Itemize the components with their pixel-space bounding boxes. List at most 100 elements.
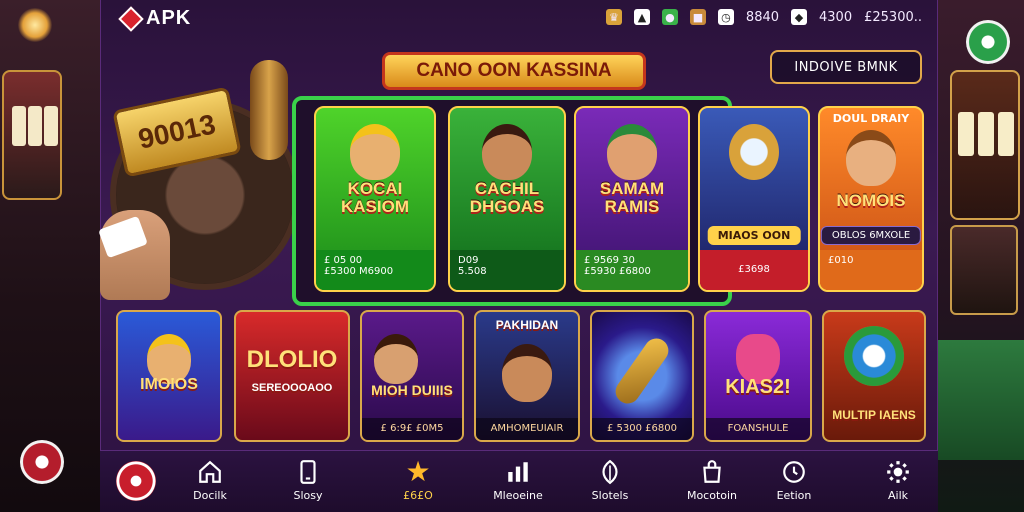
trophy-icon[interactable]: ♛ (605, 9, 622, 25)
magnifier-icon (729, 124, 779, 180)
game-footer: £ 6:9£ £0M5 (362, 418, 462, 440)
gear-icon (887, 461, 909, 483)
featured-card[interactable]: CACHIL DHGOAS D09 5.508 (448, 106, 566, 292)
left-background (0, 0, 105, 512)
nav-label: Ailk (887, 489, 908, 502)
game-line: £ 05 00 (324, 255, 363, 266)
brand-name: APK (146, 7, 192, 29)
brand-logo[interactable]: APK (118, 5, 192, 32)
clock-icon (783, 461, 805, 483)
nav-label: £6£O (403, 489, 433, 502)
game-line: D09 (458, 255, 479, 266)
nav-item-center[interactable]: ★ £6£O (378, 455, 458, 503)
game-line: £5300 M6900 (324, 266, 394, 277)
chip-icon (966, 20, 1010, 64)
character-icon (502, 344, 552, 402)
game-line: £3698 (738, 264, 770, 275)
lever-icon (250, 60, 288, 160)
nav-item-mleoeine[interactable]: Mleoeine (478, 459, 558, 502)
character-icon (374, 334, 418, 384)
game-badge: MIAOS OON (707, 226, 801, 245)
game-title: MULTIP IAENS (832, 408, 916, 422)
game-title: SAMAM RAMIS (599, 179, 665, 216)
gems-value: 4300 (819, 9, 853, 25)
game-tile[interactable]: £ 5300 £6800 (590, 310, 694, 442)
phone-icon (300, 460, 316, 484)
status-bar: ♛ ▲ ● ■ ◷ 8840 ◆ 4300 £25300.. (605, 9, 922, 25)
game-badge: OBLOS 6MXOLE (820, 226, 922, 245)
roulette-wheel-icon (844, 326, 904, 386)
game-tile[interactable]: IMOIOS (116, 310, 222, 442)
game-footer: AMHOMEUIAIR (476, 418, 578, 440)
page-title: CANO OON KASSINA (382, 52, 646, 90)
featured-card[interactable]: DOUL DRAIY NOMOIS OBLOS 6MXOLE £010 (818, 106, 924, 292)
bottom-navigation: Docilk Slosy ★ £6£O Mleoeine Slotels Moc… (100, 450, 938, 512)
featured-card[interactable]: KOCAI KASIOM £ 05 00 £5300 M6900 (314, 106, 436, 292)
game-title: KIAS2! (725, 376, 791, 398)
balance-value: £25300.. (864, 9, 922, 25)
game-line: £ 9569 30 (584, 255, 635, 266)
chip-icon[interactable]: ● (661, 9, 678, 25)
diamond-icon (118, 5, 144, 32)
featured-card[interactable]: MIAOS OON £3698 (698, 106, 810, 292)
game-header: PAKHIDAN (495, 318, 559, 332)
slot-machine-image (2, 70, 62, 200)
casino-scene: APK ♛ ▲ ● ■ ◷ 8840 ◆ 4300 £25300.. 90013… (0, 0, 1024, 512)
slot-machine-image (950, 70, 1020, 220)
home-icon (199, 460, 221, 483)
game-title: NOMOIS (836, 191, 906, 210)
game-footer: FOANSHULE (706, 418, 810, 440)
slot-machine-image (950, 225, 1018, 315)
character-icon (846, 130, 896, 186)
bar-chart-icon (508, 462, 528, 482)
top-bar: APK ♛ ▲ ● ■ ◷ 8840 ◆ 4300 £25300.. (100, 0, 938, 38)
game-tile[interactable]: MIOH DUIIIS £ 6:9£ £0M5 (360, 310, 464, 442)
bag-icon[interactable]: ▲ (633, 9, 650, 25)
table-image (934, 340, 1024, 460)
game-title: MIOH DUIIIS (371, 382, 453, 398)
nav-item-slotels[interactable]: Slotels (570, 459, 650, 502)
featured-card[interactable]: SAMAM RAMIS £ 9569 30 £5930 £6800 (574, 106, 690, 292)
game-tile[interactable]: KIAS2! FOANSHULE (704, 310, 812, 442)
nav-label: Mocotoin (686, 489, 738, 502)
nav-item-docilk[interactable]: Docilk (170, 459, 250, 502)
game-subtitle: SEREOOOAOO (251, 382, 333, 394)
nav-label: Slosy (293, 489, 323, 502)
game-title: DLOLIO (246, 346, 338, 373)
game-tile[interactable]: DLOLIO SEREOOOAOO (234, 310, 350, 442)
game-header: DOUL DRAIY (832, 112, 910, 125)
bag-icon (703, 460, 721, 483)
game-tile[interactable]: PAKHIDAN AMHOMEUIAIR (474, 310, 580, 442)
game-line: £5930 £6800 (584, 266, 651, 277)
character-icon (607, 124, 657, 180)
chip-icon[interactable] (116, 461, 156, 501)
nav-item-slosy[interactable]: Slosy (268, 459, 348, 502)
nav-item-ailk[interactable]: Ailk (858, 459, 938, 502)
game-line: 5.508 (458, 266, 487, 277)
nav-label: Eetion (776, 489, 812, 502)
nav-label: Docilk (193, 489, 227, 502)
gem-icon[interactable]: ◆ (791, 9, 808, 25)
nav-label: Mleoeine (493, 489, 543, 502)
header-button[interactable]: INDOIVE BMNK (770, 50, 922, 84)
star-icon: ★ (405, 455, 431, 488)
right-background (934, 0, 1024, 512)
chip-icon (20, 440, 64, 484)
character-icon (350, 124, 400, 180)
game-title: IMOIOS (140, 376, 198, 393)
chest-icon[interactable]: ■ (689, 9, 706, 25)
nav-label: Slotels (591, 489, 629, 502)
game-title: CACHIL DHGOAS (469, 179, 545, 216)
lamp-icon (18, 8, 52, 42)
game-line: £010 (828, 255, 854, 266)
game-title: KOCAI KASIOM (341, 179, 409, 216)
nav-item-eetion[interactable]: Eetion (754, 459, 834, 502)
coins-value: 8840 (745, 9, 780, 25)
leaf-icon (602, 459, 618, 485)
game-footer: £ 5300 £6800 (592, 418, 692, 440)
nav-item-mocotoin[interactable]: Mocotoin (672, 459, 752, 502)
character-icon (482, 124, 532, 180)
clock-icon[interactable]: ◷ (717, 9, 734, 25)
game-tile[interactable]: MULTIP IAENS (822, 310, 926, 442)
gold-bar-icon (610, 333, 674, 409)
